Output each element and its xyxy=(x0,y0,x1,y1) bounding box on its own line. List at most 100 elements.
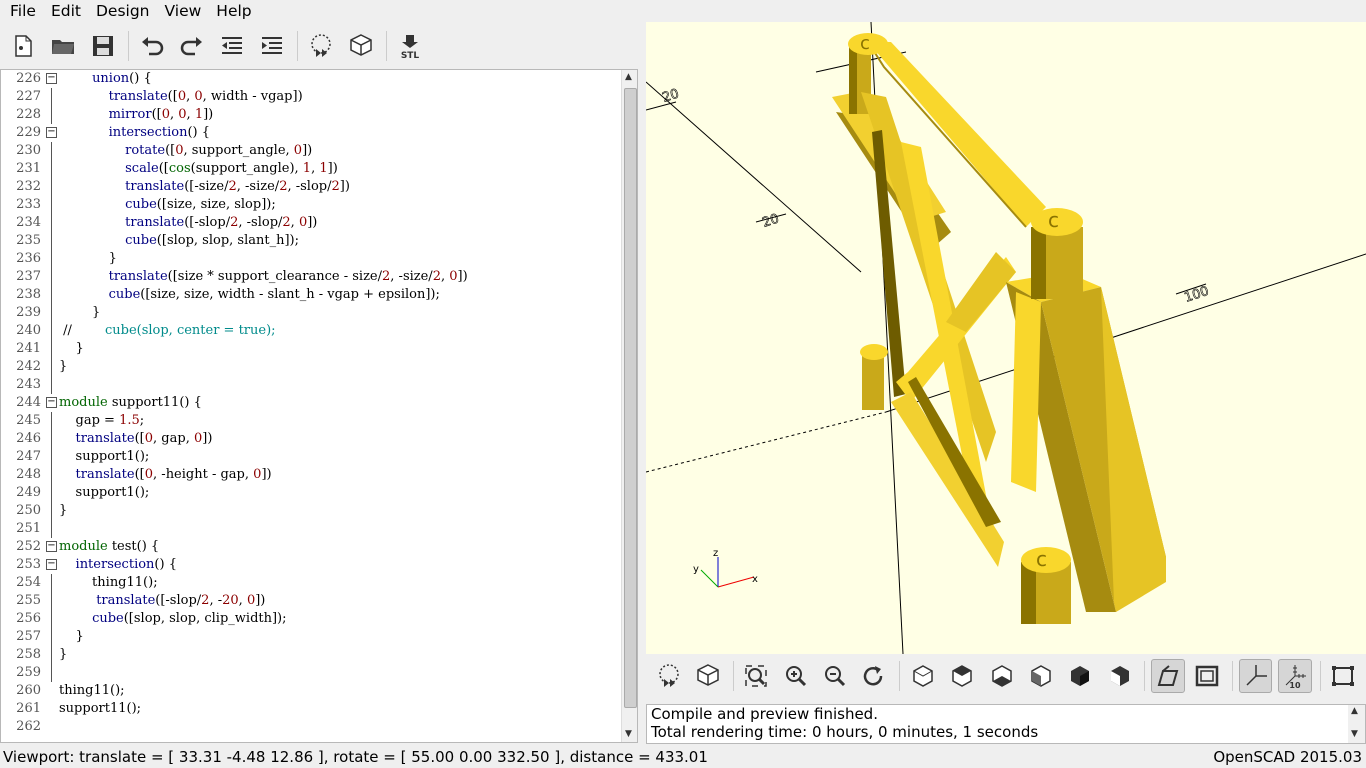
menu-view[interactable]: View xyxy=(160,1,207,21)
z-axis-line xyxy=(646,81,862,273)
code-line: 246 translate([0, gap, 0]) xyxy=(1,430,621,448)
code-line: 259 xyxy=(1,664,621,682)
code-text: union() { xyxy=(92,71,152,86)
editor-scrollbar-thumb[interactable] xyxy=(624,88,637,708)
fold-guide xyxy=(51,142,52,160)
view-bottom-button[interactable] xyxy=(985,659,1018,693)
code-line: 260 thing11(); xyxy=(1,682,621,700)
line-number: 241 xyxy=(16,341,41,356)
code-line: 247 support1(); xyxy=(1,448,621,466)
scroll-down-arrow-icon[interactable]: ▼ xyxy=(625,729,632,739)
fold-guide xyxy=(51,304,52,322)
reset-view-button[interactable] xyxy=(858,659,891,693)
fold-toggle-icon[interactable]: − xyxy=(46,541,57,552)
redo-button[interactable] xyxy=(175,29,209,63)
fold-toggle-icon[interactable]: − xyxy=(46,559,57,570)
code-text: support1(); xyxy=(59,485,150,500)
code-text: cube([slop, slop, slant_h]); xyxy=(125,233,299,248)
fold-guide xyxy=(51,250,52,268)
preview-button[interactable] xyxy=(652,659,685,693)
menu-edit[interactable]: Edit xyxy=(46,1,86,21)
zoom-out-button[interactable] xyxy=(818,659,851,693)
code-line: 241 } xyxy=(1,340,621,358)
orthogonal-button[interactable] xyxy=(1191,659,1224,693)
view-left-button[interactable] xyxy=(1024,659,1057,693)
console-scrollbar[interactable]: ▲ ▼ xyxy=(1348,705,1365,743)
menu-help[interactable]: Help xyxy=(211,1,256,21)
menu-file[interactable]: File xyxy=(5,1,41,21)
fold-toggle-icon[interactable]: − xyxy=(46,73,57,84)
perspective-button[interactable] xyxy=(1151,659,1185,693)
view-bottom-icon xyxy=(991,665,1012,687)
render-button[interactable] xyxy=(344,29,378,63)
code-line: 229− intersection() { xyxy=(1,124,621,142)
line-number: 228 xyxy=(16,107,41,122)
view-back-button[interactable] xyxy=(1103,659,1136,693)
tool-icon-label: 10 xyxy=(1290,681,1302,689)
code-line: 239 } xyxy=(1,304,621,322)
pane-splitter[interactable] xyxy=(638,22,646,745)
unindent-button[interactable] xyxy=(215,29,249,63)
code-line: 257 } xyxy=(1,628,621,646)
code-text: } xyxy=(59,647,68,662)
fold-toggle-icon[interactable]: − xyxy=(46,127,57,138)
fold-guide xyxy=(51,574,52,592)
code-editor[interactable]: 226− union() {227 translate([0, 0, width… xyxy=(0,69,638,743)
view-all-button[interactable] xyxy=(740,659,773,693)
fold-guide xyxy=(51,88,52,106)
svg-text:c: c xyxy=(860,33,870,54)
view-top-button[interactable] xyxy=(945,659,978,693)
undo-button[interactable] xyxy=(135,29,169,63)
code-line: 262 xyxy=(1,718,621,736)
line-number: 250 xyxy=(16,503,41,518)
fold-guide xyxy=(51,592,52,610)
show-edges-button[interactable] xyxy=(1327,659,1360,693)
save-file-button[interactable] xyxy=(86,29,120,63)
fold-guide xyxy=(51,268,52,286)
zoom-out-icon xyxy=(825,666,846,687)
toolbar-separator xyxy=(1144,661,1146,691)
fold-guide xyxy=(51,502,52,520)
fold-guide xyxy=(51,286,52,304)
show-scale-markers-button[interactable]: 10 xyxy=(1278,659,1312,693)
fold-toggle-icon[interactable]: − xyxy=(46,397,57,408)
code-line: 258} xyxy=(1,646,621,664)
code-line: 235 cube([slop, slop, slant_h]); xyxy=(1,232,621,250)
scroll-up-arrow-icon[interactable]: ▲ xyxy=(1351,706,1358,716)
indent-button[interactable] xyxy=(255,29,289,63)
show-axes-button[interactable] xyxy=(1239,659,1273,693)
viewport-status: Viewport: translate = [ 33.31 -4.48 12.8… xyxy=(3,747,708,766)
view-right-button[interactable] xyxy=(906,659,939,693)
code-line: 256 cube([slop, slop, clip_width]); xyxy=(1,610,621,628)
export-stl-button[interactable]: STL xyxy=(393,29,427,63)
code-line: 227 translate([0, 0, width - vgap]) xyxy=(1,88,621,106)
zoom-in-button[interactable] xyxy=(779,659,812,693)
editor-scrollbar[interactable]: ▲ ▼ xyxy=(621,70,637,742)
open-file-button[interactable] xyxy=(46,29,80,63)
fold-guide xyxy=(51,484,52,502)
line-number: 236 xyxy=(16,251,41,266)
code-line: 254 thing11(); xyxy=(1,574,621,592)
new-file-icon xyxy=(15,35,32,57)
view-front-button[interactable] xyxy=(1064,659,1097,693)
3d-viewport[interactable]: 20 20 100 c c c x z y xyxy=(646,22,1366,654)
3d-model-render: 20 20 100 c c c x z y xyxy=(646,22,1366,654)
scroll-up-arrow-icon[interactable]: ▲ xyxy=(625,72,632,82)
menu-bar: File Edit Design View Help xyxy=(0,0,1366,22)
code-text: translate([0, 0, width - vgap]) xyxy=(108,89,303,104)
code-line: 226− union() { xyxy=(1,70,621,88)
new-file-button[interactable] xyxy=(6,29,40,63)
preview-button[interactable] xyxy=(304,29,338,63)
view-top-icon xyxy=(952,665,972,687)
scroll-down-arrow-icon[interactable]: ▼ xyxy=(1351,729,1358,739)
line-number: 240 xyxy=(16,323,41,338)
code-text: translate([size * support_clearance - si… xyxy=(108,269,468,284)
console-line: Compile and preview finished. xyxy=(651,705,878,723)
code-text: } xyxy=(59,359,68,374)
code-text: scale([cos(support_angle), 1, 1]) xyxy=(125,161,338,176)
code-line: 249 support1(); xyxy=(1,484,621,502)
line-number: 229 xyxy=(16,125,41,140)
code-line: 244− module support11() { xyxy=(1,394,621,412)
render-button[interactable] xyxy=(691,659,724,693)
menu-design[interactable]: Design xyxy=(91,1,155,21)
